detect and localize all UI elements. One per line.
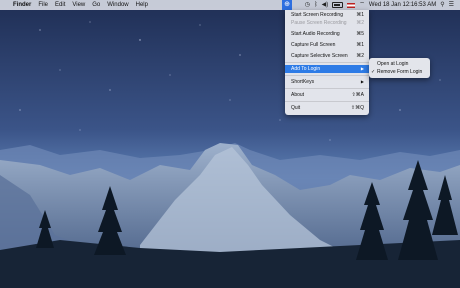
menu-separator [285,101,369,102]
capture-full-screen-item[interactable]: Capture Full Screen ⌘1 [285,41,369,49]
item-label: Add To Login [291,66,321,72]
item-shortcut: ⇧⌘Q [350,105,364,111]
item-label: Remove Form Login [377,69,423,75]
item-label: Capture Full Screen [291,42,336,48]
notification-center-icon[interactable]: ☰ [449,0,454,10]
remove-form-login-item[interactable]: ✓ Remove Form Login [369,68,430,76]
menu-window[interactable]: Window [107,0,128,10]
time-machine-icon[interactable]: ◷ [305,0,310,10]
item-label: About [291,92,305,98]
menu-edit[interactable]: Edit [55,0,65,10]
menu-bar-left: Finder File Edit View Go Window Help [6,0,155,10]
item-shortcut: ⌘1 [356,42,364,48]
status-area: ◷ ᛒ ◀) ⌔ Wed 18 Jan 12:16:53 AM ⚲ ☰ [301,0,454,10]
battery-icon[interactable] [332,2,344,8]
submenu-arrow-icon: ▶ [360,66,364,71]
clock[interactable]: Wed 18 Jan 12:16:53 AM [369,0,436,10]
pause-screen-recording-item: Pause Screen Recording ⌘2 [285,19,369,27]
menu-bar: Finder File Edit View Go Window Help ⊕ ◷… [0,0,460,10]
item-label: Start Audio Recording [291,31,340,37]
menu-finder[interactable]: Finder [13,0,31,10]
menu-separator [285,62,369,63]
item-label: Open at Login [377,61,409,67]
wifi-icon[interactable]: ⌔ [359,0,365,10]
item-shortcut: ⌘2 [356,53,364,59]
menu-view[interactable]: View [72,0,85,10]
menu-go[interactable]: Go [92,0,100,10]
recorder-dropdown-menu: Start Screen Recording ⌘1 Pause Screen R… [285,10,369,115]
item-shortcut: ⌘2 [356,20,364,26]
volume-icon[interactable]: ◀) [322,0,329,10]
recorder-status-icon[interactable]: ⊕ [282,0,292,10]
add-to-login-submenu: Open at Login ✓ Remove Form Login [369,58,430,78]
menu-separator [285,88,369,89]
item-label: Start Screen Recording [291,12,343,18]
quit-item[interactable]: Quit ⇧⌘Q [285,104,369,112]
item-label: ShortKeys [291,79,315,85]
item-shortcut: ⌘5 [356,31,364,37]
item-label: Quit [291,105,301,111]
item-label: Capture Selective Screen [291,53,348,59]
input-source-flag-icon[interactable] [347,2,356,8]
item-label: Pause Screen Recording [291,20,347,26]
shortkeys-item[interactable]: ShortKeys ▶ [285,78,369,86]
spotlight-search-icon[interactable]: ⚲ [440,0,444,10]
start-audio-recording-item[interactable]: Start Audio Recording ⌘5 [285,30,369,38]
menu-separator [285,75,369,76]
bluetooth-icon[interactable]: ᛒ [314,0,318,10]
about-item[interactable]: About ⇧⌘A [285,91,369,99]
capture-selective-screen-item[interactable]: Capture Selective Screen ⌘2 [285,52,369,60]
item-shortcut: ⇧⌘A [351,92,364,98]
submenu-arrow-icon: ▶ [360,79,364,84]
menu-help[interactable]: Help [136,0,148,10]
menu-file[interactable]: File [38,0,48,10]
item-shortcut: ⌘1 [356,12,364,18]
desktop-wallpaper [0,0,460,288]
checkmark-icon: ✓ [371,69,376,75]
open-at-login-item[interactable]: Open at Login [369,60,430,68]
add-to-login-item[interactable]: Add To Login ▶ [285,65,369,73]
start-screen-recording-item[interactable]: Start Screen Recording ⌘1 [285,11,369,19]
